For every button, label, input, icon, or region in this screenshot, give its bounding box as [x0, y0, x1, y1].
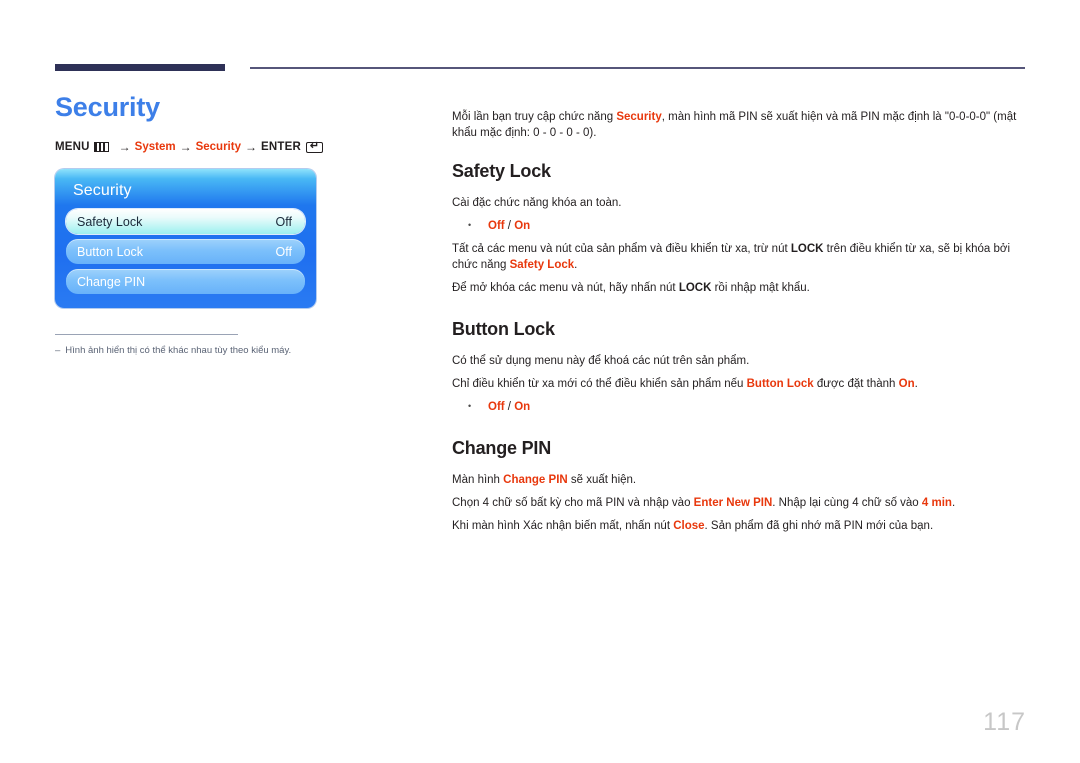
change-pin-line-2: Chọn 4 chữ số bất kỳ cho mã PIN và nhập … [452, 495, 1030, 511]
change-pin-line-1: Màn hình Change PIN sẽ xuất hiện. [452, 472, 1030, 488]
safety-lock-note-2: Để mở khóa các menu và nút, hãy nhấn nút… [452, 280, 1030, 296]
text-a: Chỉ điều khiển từ xa mới có thể điều khi… [452, 377, 747, 390]
button-lock-options: Off / On [452, 398, 1030, 415]
keyword-on: On [898, 377, 915, 390]
option-separator: / [504, 400, 515, 413]
option-off: Off [488, 400, 505, 413]
page-number: 117 [983, 708, 1026, 736]
footnote-dash: ‒ [55, 345, 61, 356]
intro-paragraph: Mỗi lần bạn truy cập chức năng Security,… [452, 109, 1030, 141]
osd-row-value: Off [275, 214, 292, 229]
menu-bars-icon [93, 142, 109, 152]
list-item: Off / On [468, 398, 1030, 415]
section-safety-lock: Safety Lock Cài đặc chức năng khóa an to… [452, 160, 1030, 296]
text-a: Để mở khóa các menu và nút, hãy nhấn nút [452, 281, 679, 294]
breadcrumb-arrow-3: → [244, 140, 257, 154]
footnote-block: ‒ Hình ảnh hiển thị có thể khác nhau tùy… [55, 334, 313, 357]
breadcrumb-item-system: System [134, 141, 176, 153]
safety-lock-description: Cài đặc chức năng khóa an toàn. [452, 196, 622, 209]
option-off: Off [488, 219, 505, 232]
osd-menu-title: Security [73, 182, 132, 199]
option-on: On [514, 219, 531, 232]
breadcrumb-item-security: Security [195, 141, 241, 153]
breadcrumb-arrow-2: → [179, 140, 192, 154]
header-thin-rule [250, 67, 1025, 69]
change-pin-line-3: Khi màn hình Xác nhận biến mất, nhấn nút… [452, 518, 1030, 534]
option-on: On [514, 400, 531, 413]
footnote: ‒ Hình ảnh hiển thị có thể khác nhau tùy… [55, 344, 313, 357]
section-title-button-lock: Button Lock [452, 318, 555, 339]
keyword-lock: LOCK [790, 242, 824, 255]
safety-lock-options: Off / On [452, 217, 1030, 234]
keyword-4-min: 4 min [921, 496, 952, 509]
osd-row-value: Off [275, 244, 292, 259]
button-lock-description: Có thể sử dụng menu này để khoá các nút … [452, 354, 750, 367]
keyword-change-pin: Change PIN [503, 473, 568, 486]
breadcrumb: MENU → System → Security → ENTER ↵ [55, 140, 435, 154]
option-separator: / [504, 219, 515, 232]
keyword-button-lock: Button Lock [746, 377, 814, 390]
list-item: Off / On [468, 217, 1030, 234]
text-a: Chọn 4 chữ số bất kỳ cho mã PIN và nhập … [452, 496, 694, 509]
safety-lock-note-1: Tất cả các menu và nút của sản phẩm và đ… [452, 241, 1030, 273]
breadcrumb-menu-label: MENU [55, 141, 90, 153]
footnote-rule [55, 334, 238, 335]
text-e: . [574, 258, 578, 271]
intro-text-1: Mỗi lần bạn truy cập chức năng [452, 110, 617, 123]
page-title: Security [55, 92, 160, 122]
osd-row-label: Button Lock [77, 244, 144, 259]
section-title-safety-lock: Safety Lock [452, 160, 551, 181]
enter-return-icon: ↵ [305, 139, 323, 153]
breadcrumb-enter-label: ENTER [260, 141, 301, 153]
text-c: được đặt thành [813, 377, 899, 390]
text-a: Khi màn hình Xác nhận biến mất, nhấn nút [452, 519, 674, 532]
right-column: Mỗi lần bạn truy cập chức năng Security,… [452, 97, 1030, 534]
text-c: sẽ xuất hiện. [567, 473, 637, 486]
enter-return-glyph: ↵ [309, 139, 320, 152]
osd-row-label: Safety Lock [77, 214, 143, 229]
header-thick-rule [55, 64, 225, 71]
text-e: . [914, 377, 918, 390]
text-c: . Sản phẩm đã ghi nhớ mã PIN mới của bạn… [704, 519, 934, 532]
page-header-rules [0, 0, 1080, 80]
osd-row-safety-lock[interactable]: Safety Lock Off [66, 209, 305, 234]
text-c: rồi nhập mật khẩu. [711, 281, 810, 294]
intro-highlight-security: Security [616, 110, 662, 123]
osd-row-button-lock[interactable]: Button Lock Off [66, 239, 305, 264]
osd-row-change-pin[interactable]: Change PIN [66, 269, 305, 294]
text-a: Tất cả các menu và nút của sản phẩm và đ… [452, 242, 791, 255]
keyword-lock: LOCK [678, 281, 712, 294]
section-button-lock: Button Lock Có thể sử dụng menu này để k… [452, 318, 1030, 415]
section-title-change-pin: Change PIN [452, 437, 552, 458]
section-change-pin: Change PIN Màn hình Change PIN sẽ xuất h… [452, 437, 1030, 534]
text-e: . [951, 496, 956, 509]
left-column: Security MENU → System → Security → ENTE… [55, 90, 435, 357]
osd-row-label: Change PIN [77, 274, 146, 289]
button-lock-note-1: Chỉ điều khiển từ xa mới có thể điều khi… [452, 376, 1030, 392]
breadcrumb-arrow-1: → [118, 140, 131, 154]
text-c: . Nhập lại cùng 4 chữ số vào [772, 496, 922, 509]
keyword-enter-new-pin: Enter New PIN [693, 496, 773, 509]
keyword-safety-lock: Safety Lock [509, 258, 575, 271]
text-a: Màn hình [452, 473, 504, 486]
osd-menu-panel: Security Safety Lock Off Button Lock Off… [55, 169, 316, 308]
keyword-close: Close [673, 519, 705, 532]
footnote-text: Hình ảnh hiển thị có thể khác nhau tùy t… [65, 345, 292, 356]
